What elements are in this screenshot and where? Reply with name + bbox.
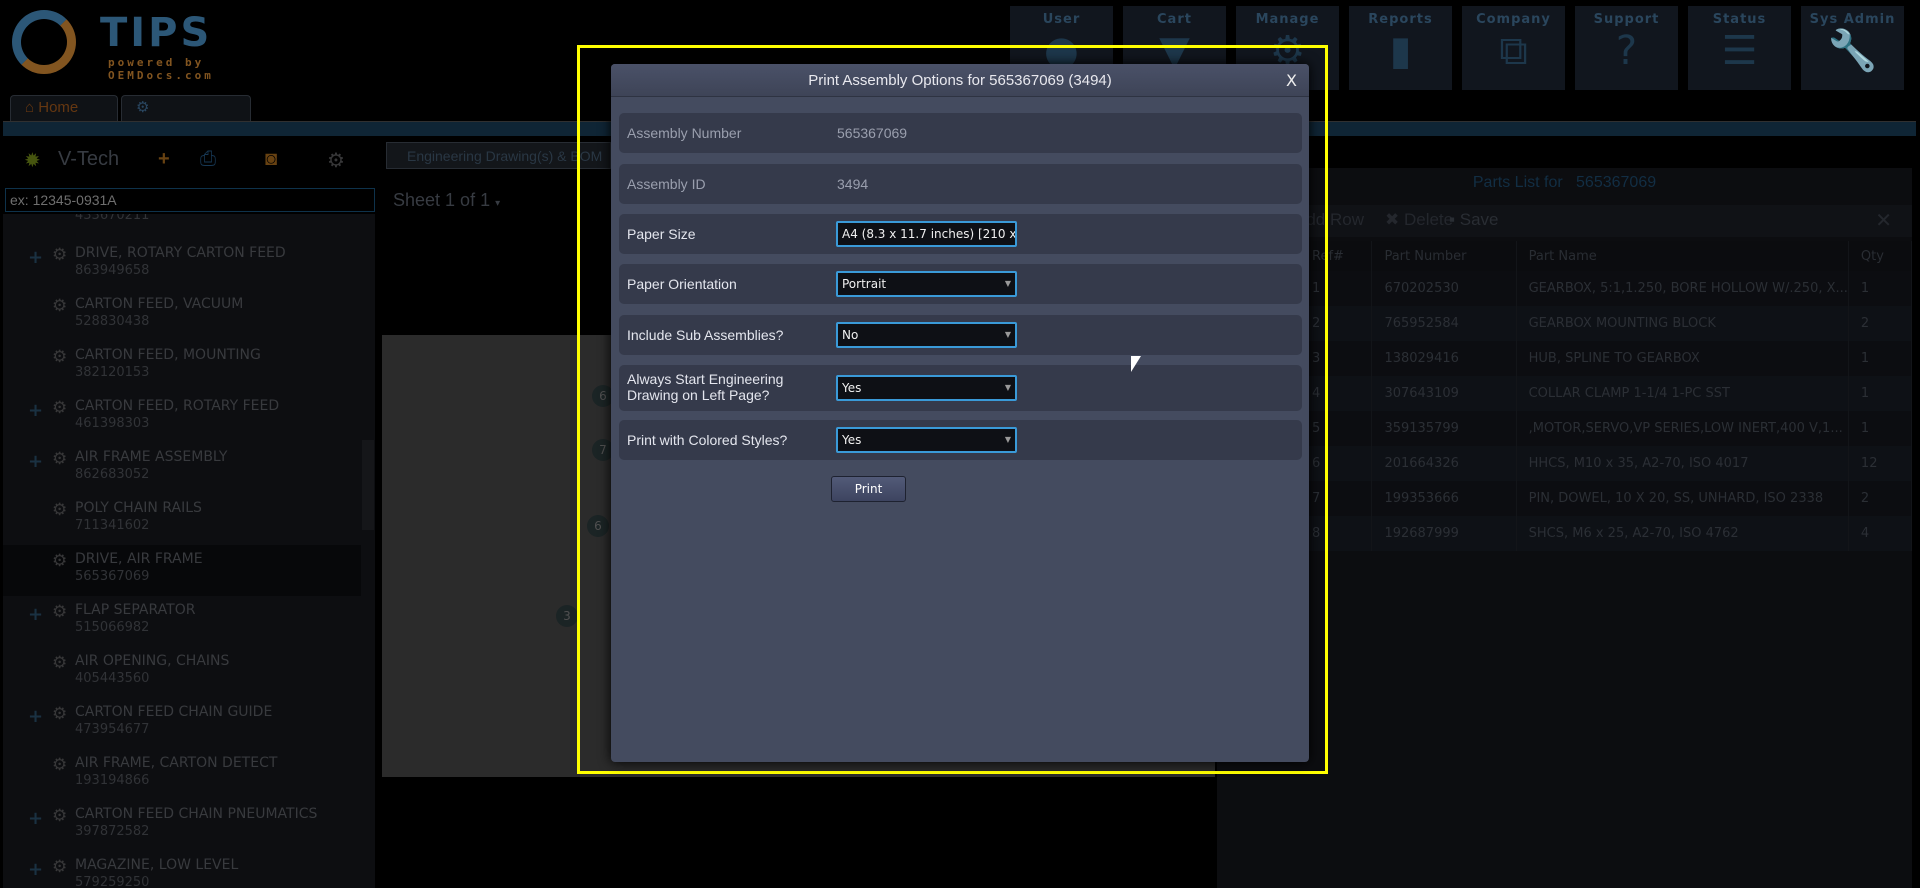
paper-size-label: Paper Size	[627, 226, 696, 242]
chevron-down-icon: ▼	[1004, 435, 1011, 444]
assembly-id-label: Assembly ID	[627, 176, 706, 192]
paper-size-row: Paper Size A4 (8.3 x 11.7 inches) [210 x	[619, 214, 1302, 254]
sub-assemblies-row: Include Sub Assemblies? No ▼	[619, 315, 1302, 355]
chevron-down-icon: ▼	[1004, 383, 1011, 392]
assembly-id-value: 3494	[837, 176, 869, 192]
assembly-id-row: Assembly ID 3494	[619, 164, 1302, 204]
mouse-cursor-icon	[1131, 356, 1141, 372]
dialog-title: Print Assembly Options for 565367069 (34…	[808, 72, 1112, 89]
colored-styles-row: Print with Colored Styles? Yes ▼	[619, 420, 1302, 460]
sub-assemblies-label: Include Sub Assemblies?	[627, 327, 784, 343]
dialog-header: Print Assembly Options for 565367069 (34…	[611, 64, 1309, 97]
assembly-number-row: Assembly Number 565367069	[619, 113, 1302, 153]
paper-size-input[interactable]: A4 (8.3 x 11.7 inches) [210 x	[836, 221, 1017, 247]
print-button[interactable]: Print	[831, 476, 906, 502]
print-options-dialog: Print Assembly Options for 565367069 (34…	[611, 64, 1309, 762]
sub-assemblies-select[interactable]: No ▼	[836, 322, 1017, 348]
assembly-number-label: Assembly Number	[627, 125, 742, 141]
assembly-number-value: 565367069	[837, 125, 908, 141]
paper-orientation-label: Paper Orientation	[627, 276, 737, 292]
chevron-down-icon: ▼	[1004, 279, 1011, 288]
chevron-down-icon: ▼	[1004, 330, 1011, 339]
colored-styles-select[interactable]: Yes ▼	[836, 427, 1017, 453]
paper-orientation-select[interactable]: Portrait ▼	[836, 271, 1017, 297]
left-page-label: Always Start Engineering Drawing on Left …	[627, 371, 784, 403]
colored-styles-label: Print with Colored Styles?	[627, 432, 788, 448]
left-page-row: Always Start Engineering Drawing on Left …	[619, 365, 1302, 411]
paper-orientation-row: Paper Orientation Portrait ▼	[619, 264, 1302, 304]
close-button[interactable]: X	[1286, 64, 1297, 97]
left-page-select[interactable]: Yes ▼	[836, 375, 1017, 401]
